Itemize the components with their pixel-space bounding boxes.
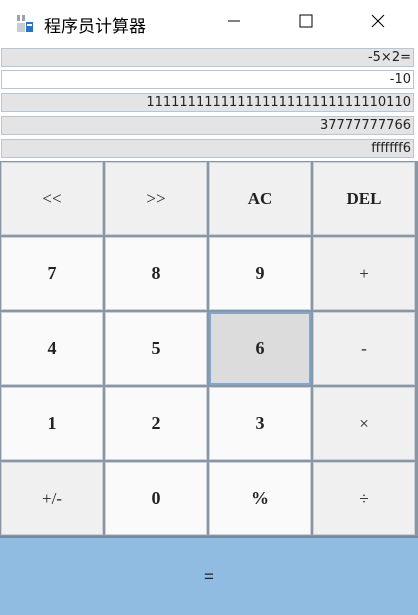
decimal-display: -10 [1, 70, 414, 89]
equals-button[interactable]: = [0, 536, 418, 615]
window-title: 程序员计算器 [44, 17, 146, 37]
binary-display: 11111111111111111111111111110110 [1, 93, 414, 112]
hex-display: fffffff6 [1, 139, 414, 158]
shift-left-button[interactable]: << [1, 162, 103, 235]
minimize-icon [226, 13, 242, 34]
digit-4-button[interactable]: 4 [1, 312, 103, 385]
octal-display: 37777777766 [1, 116, 414, 135]
minimize-button[interactable] [211, 0, 257, 47]
digit-3-button[interactable]: 3 [209, 387, 311, 460]
close-icon [370, 13, 386, 34]
digit-1-button[interactable]: 1 [1, 387, 103, 460]
maximize-icon [298, 13, 314, 34]
title-bar: 程序员计算器 [0, 0, 418, 47]
percent-button[interactable]: % [209, 462, 311, 535]
keypad: << >> AC DEL 7 8 9 + 4 5 6 - 1 2 3 × +/-… [0, 161, 418, 536]
subtract-button[interactable]: - [313, 312, 415, 385]
shift-right-button[interactable]: >> [105, 162, 207, 235]
multiply-button[interactable]: × [313, 387, 415, 460]
digit-9-button[interactable]: 9 [209, 237, 311, 310]
digit-8-button[interactable]: 8 [105, 237, 207, 310]
digit-6-button[interactable]: 6 [209, 312, 311, 385]
digit-5-button[interactable]: 5 [105, 312, 207, 385]
digit-2-button[interactable]: 2 [105, 387, 207, 460]
add-button[interactable]: + [313, 237, 415, 310]
negate-button[interactable]: +/- [1, 462, 103, 535]
divide-button[interactable]: ÷ [313, 462, 415, 535]
maximize-button[interactable] [283, 0, 329, 47]
digit-7-button[interactable]: 7 [1, 237, 103, 310]
expression-display: -5×2= [1, 48, 414, 67]
close-button[interactable] [355, 0, 401, 47]
digit-0-button[interactable]: 0 [105, 462, 207, 535]
delete-button[interactable]: DEL [313, 162, 415, 235]
clear-all-button[interactable]: AC [209, 162, 311, 235]
display-panel: -5×2= -10 111111111111111111111111111101… [0, 47, 418, 161]
calculator-icon [15, 14, 35, 34]
